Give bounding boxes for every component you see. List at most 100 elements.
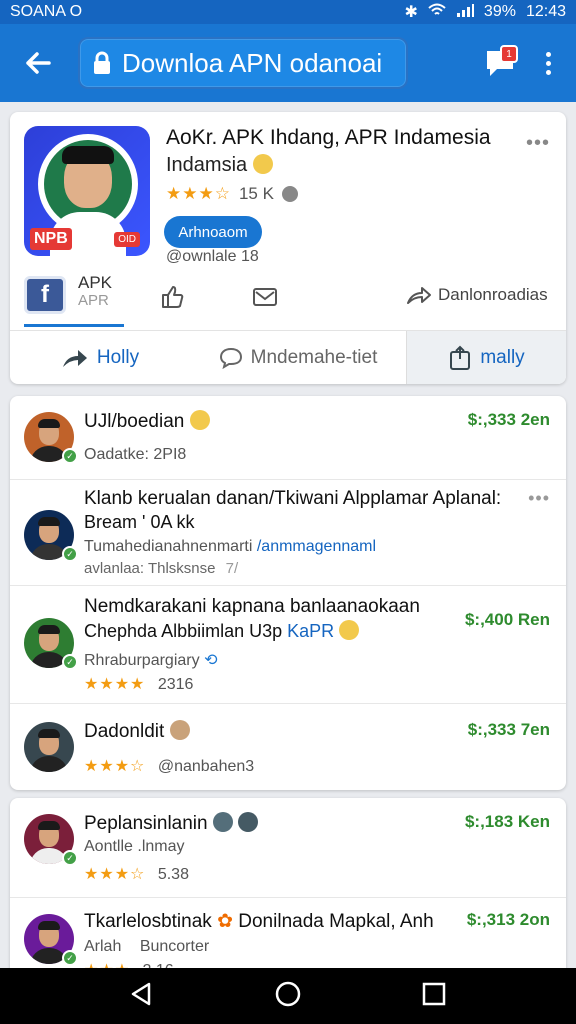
verified-icon: ✓ (62, 448, 78, 464)
tab-label: Holly (96, 347, 140, 368)
list-item[interactable]: ✓ Klanb kerualan danan/Tkiwani Alpplamar… (10, 480, 566, 586)
tab-bar: Holly Mndemahe-tiet mally (10, 330, 566, 384)
list-item-meta: Oadatke: 2PI8 (84, 446, 187, 463)
app-icon-tag: NPB (30, 228, 72, 250)
comment-icon (219, 347, 242, 369)
star-rating-icon: ★★★★ (84, 676, 146, 693)
nav-back-button[interactable] (129, 981, 155, 1012)
notifications-button[interactable]: 1 (480, 43, 520, 83)
list-item[interactable]: Dadonldit ★★★☆ @nanbahen3 $:,333 7en (10, 704, 566, 790)
share-label[interactable]: APK APR (78, 274, 112, 310)
download-count: @ownlale 18 (166, 248, 259, 265)
list-item-price: $:,313 2on (466, 910, 550, 929)
tab-label: mally (480, 347, 525, 368)
time-label: 12:43 (525, 3, 566, 20)
list-item-meta: Aontlle .lnmay (84, 838, 185, 855)
list-item-title-text: UJl/boedian (84, 411, 185, 432)
list-item-meta-secondary: avlanlaa: Thlsksnse 7/ (84, 560, 238, 577)
list-item-rating-text: 5.38 (157, 866, 189, 883)
avatar-small-icon (212, 812, 233, 832)
list-item-subtitle: Bream ' 0A kk (84, 512, 195, 532)
wifi-icon (428, 3, 446, 22)
list-item-tag[interactable]: KaPR (287, 621, 334, 641)
lock-icon (92, 51, 112, 75)
signal-icon (456, 3, 474, 22)
list-item[interactable]: ✓ UJl/boedian Oadatke: 2PI8 $:,333 2en (10, 396, 566, 480)
app-icon-tag-secondary: OID (114, 232, 140, 247)
notification-badge: 1 (500, 45, 518, 63)
share-arrow-icon (407, 287, 431, 304)
app-title: AoKr. APK Ihdang, APR Indamesia (166, 126, 491, 149)
more-options-button[interactable]: ••• (528, 488, 550, 509)
system-nav-bar (0, 968, 576, 1024)
list-item-title: Tkarlelosbtinak ✿ Donilnada Mapkal, Anh (84, 910, 434, 933)
list-item-meta-text: Arlah (84, 938, 122, 955)
list-item-rating: ★★★☆ @nanbahen3 (84, 756, 254, 776)
list-item-rating-text: 2316 (157, 676, 194, 693)
status-icons: ✱ 39% 12:43 (405, 2, 566, 22)
star-rating-icon: ★★★☆ (84, 758, 146, 775)
tab-label: Mndemahe-tiet (250, 347, 378, 368)
list-item-meta: Tumahedianahnenmarti /anmmagennaml (84, 538, 376, 556)
install-button[interactable]: Arhnoaom (164, 216, 262, 248)
star-rating-icon: ★★★☆ (166, 184, 231, 203)
message-button[interactable] (250, 282, 280, 312)
circle-home-icon (275, 981, 301, 1006)
app-subtitle-text: Indamsia (166, 154, 248, 176)
nav-recents-button[interactable] (421, 981, 447, 1012)
facebook-icon[interactable]: f (24, 276, 66, 314)
app-icon[interactable]: NPB OID (24, 126, 150, 256)
list-item-title: Klanb kerualan danan/Tkiwani Alpplamar A… (84, 488, 502, 509)
list-item-subtitle-text: Chephda Albbiimlan U3p (84, 621, 283, 641)
carrier-label: SOANA O (10, 3, 83, 20)
tab-comments[interactable]: Mndemahe-tiet (190, 331, 406, 384)
list-item-meta-text: Tumahedianahnenmarti (84, 538, 253, 555)
download-link[interactable]: Danlonroadias (406, 284, 548, 306)
emoji-icon (252, 154, 273, 174)
thumbs-up-icon (162, 286, 184, 308)
triangle-back-icon (132, 982, 151, 1005)
list-item-meta-text: Rhraburpargiary (84, 652, 200, 669)
list-item-link[interactable]: /anmmagennaml (257, 538, 376, 555)
share-icon: ⟲ (204, 652, 218, 669)
list-item-meta-extra: Buncorter (139, 938, 210, 955)
list-item-subtitle: Chephda Albbiimlan U3p KaPR (84, 620, 360, 642)
list-item-title: UJl/boedian (84, 410, 210, 433)
verified-icon: ✓ (62, 850, 78, 866)
avatar-small-icon (169, 720, 190, 740)
dot-icon (545, 60, 551, 66)
share-label-text: APK (78, 273, 113, 292)
emoji-icon (189, 410, 210, 430)
nav-home-button[interactable] (274, 980, 302, 1013)
dot-icon (545, 69, 551, 75)
battery-label: 39% (483, 3, 516, 20)
more-options-button[interactable]: ••• (526, 132, 550, 155)
avatar-small-icon (238, 812, 259, 832)
list-item-title: Dadonldit (84, 720, 190, 743)
app-toolbar: Downloa APN odanoai 1 (0, 24, 576, 102)
list-item-meta: Arlah Buncorter (84, 938, 209, 956)
list-item[interactable]: ✓ Nemdkarakani kapnana banlaanaokaan Che… (10, 586, 566, 704)
back-button[interactable] (10, 35, 66, 91)
list-item[interactable]: ✓ Peplansinlanin Aontlle .lnmay ★★★☆ 5.3… (10, 798, 566, 898)
flame-icon: ✿ (217, 911, 233, 932)
app-card: NPB OID AoKr. APK Ihdang, APR Indamesia … (10, 112, 566, 384)
arrow-left-icon (26, 52, 51, 74)
app-rating: ★★★☆ 15 K (166, 184, 298, 204)
overflow-menu-button[interactable] (538, 51, 558, 75)
download-link-text: Danlonroadias (438, 285, 548, 304)
tab-mally[interactable]: mally (406, 331, 566, 384)
tab-holly[interactable]: Holly (10, 331, 190, 384)
list-item-title-text: Peplansinlanin (84, 813, 208, 834)
url-text: Downloa APN odanoai (122, 47, 383, 78)
url-bar[interactable]: Downloa APN odanoai (78, 37, 408, 89)
list-item-title-rest: Donilnada Mapkal, Anh (238, 911, 434, 932)
status-bar: SOANA O ✱ 39% 12:43 (0, 0, 576, 24)
like-button[interactable] (158, 282, 188, 312)
list-item-meta-secondary-text: avlanlaa: Thlsksnse (84, 560, 216, 577)
list-item-rating: ★★★★ 2316 (84, 674, 193, 694)
list-item-title: Peplansinlanin (84, 812, 259, 835)
list-item[interactable]: ✓ Tkarlelosbtinak ✿ Donilnada Mapkal, An… (10, 898, 566, 978)
list-item-meta: Rhraburpargiary ⟲ (84, 650, 217, 670)
list-item-title-text: Dadonldit (84, 721, 165, 742)
